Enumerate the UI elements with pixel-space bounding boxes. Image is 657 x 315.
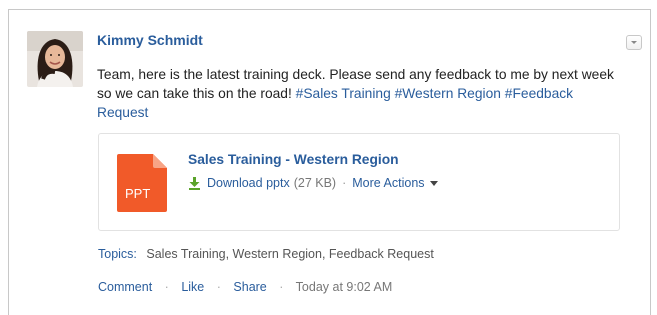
file-size: (27 KB)	[293, 176, 337, 190]
post-footer: Comment · Like · Share · Today at 9:02 A…	[98, 280, 392, 294]
timestamp[interactable]: Today at 9:02 AM	[296, 280, 393, 294]
caret-down-icon	[429, 181, 438, 187]
like-link[interactable]: Like	[181, 280, 204, 294]
ppt-file-icon[interactable]: PPT	[117, 154, 167, 212]
topics-row: Topics: Sales Training, Western Region, …	[98, 247, 434, 261]
more-actions-label: More Actions	[352, 176, 425, 190]
separator: ·	[164, 280, 169, 294]
post-body: Team, here is the latest training deck. …	[97, 65, 627, 122]
comment-link[interactable]: Comment	[98, 280, 152, 294]
chevron-down-icon	[631, 41, 637, 44]
file-actions: Download pptx (27 KB) · More Actions	[188, 176, 438, 190]
separator: ·	[342, 176, 347, 190]
file-type-label: PPT	[125, 186, 150, 201]
file-title-link[interactable]: Sales Training - Western Region	[188, 152, 399, 167]
file-attachment: PPT Sales Training - Western Region Down…	[98, 133, 620, 231]
hashtag-western-region[interactable]: #Western Region	[395, 86, 501, 101]
feed-post-card: Kimmy Schmidt Team, here is the latest t…	[8, 9, 651, 315]
avatar[interactable]	[27, 31, 83, 87]
separator: ·	[279, 280, 284, 294]
topics-label[interactable]: Topics:	[98, 247, 137, 261]
topics-values: Sales Training, Western Region, Feedback…	[146, 247, 434, 261]
hashtag-sales-training[interactable]: #Sales Training	[296, 86, 391, 101]
share-link[interactable]: Share	[233, 280, 266, 294]
post-menu-button[interactable]	[626, 35, 642, 50]
download-icon[interactable]	[188, 176, 201, 190]
author-name-link[interactable]: Kimmy Schmidt	[97, 32, 203, 48]
download-link[interactable]: Download pptx	[207, 176, 290, 190]
more-actions-menu[interactable]: More Actions	[352, 176, 438, 190]
separator: ·	[216, 280, 221, 294]
